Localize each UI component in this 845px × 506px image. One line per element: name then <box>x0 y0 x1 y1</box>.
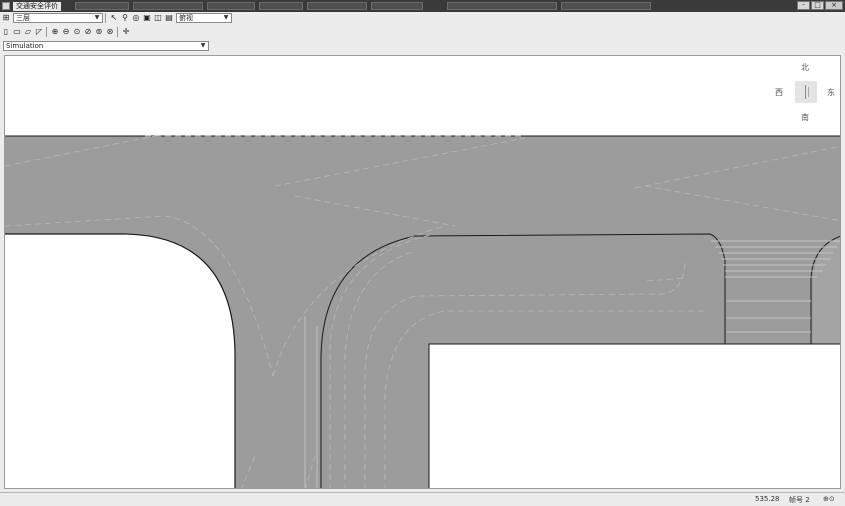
simulation-select[interactable]: Simulation ▼ <box>3 41 209 51</box>
map-viewport[interactable]: 北 南 东 西 <box>4 55 841 489</box>
settings-icon[interactable]: ▤ <box>164 13 174 23</box>
left-ground-block <box>5 234 235 488</box>
compass-north-label: 北 <box>801 63 809 72</box>
open-icon[interactable]: ▯ <box>1 27 11 37</box>
simulation-select-value: Simulation <box>6 42 44 50</box>
frame-readout: 帧号 2 <box>789 496 810 504</box>
zoom-previous-icon[interactable]: ⊚ <box>94 27 104 37</box>
taskbar-tab[interactable] <box>561 2 651 10</box>
title-bar: 交通安全评价 - □ × <box>0 0 845 12</box>
taskbar-tab[interactable] <box>207 2 255 10</box>
right-ground-block <box>429 344 840 488</box>
maximize-button[interactable]: □ <box>811 1 824 10</box>
chart-icon[interactable]: ◫ <box>153 13 163 23</box>
pan-icon[interactable]: ✛ <box>121 27 131 37</box>
zoom-window-icon[interactable]: ⊙ <box>72 27 82 37</box>
window-title: 交通安全评价 <box>13 1 61 11</box>
taskbar-strip <box>75 2 655 10</box>
layer-select-value: 三层 <box>16 14 30 22</box>
zoom-out-icon[interactable]: ⊖ <box>61 27 71 37</box>
taskbar-tab[interactable] <box>371 2 423 10</box>
view-select-value: 俯视 <box>179 14 193 22</box>
export-icon[interactable]: ◸ <box>34 27 44 37</box>
minimize-button[interactable]: - <box>797 1 810 10</box>
zoom-in-icon[interactable]: ⊕ <box>50 27 60 37</box>
app-icon <box>2 2 10 10</box>
zoom-extent-icon[interactable]: ⊘ <box>83 27 93 37</box>
print-icon[interactable]: ▱ <box>23 27 33 37</box>
taskbar-tab[interactable] <box>133 2 203 10</box>
close-button[interactable]: × <box>825 1 843 10</box>
compass-south-label: 南 <box>801 113 809 122</box>
compass-widget[interactable]: 北 南 东 西 <box>775 62 835 128</box>
status-bar: 535.28 帧号 2 ⊕⊙ <box>0 492 845 506</box>
mode-indicator: ⊕⊙ <box>823 495 835 503</box>
taskbar-tab[interactable] <box>259 2 303 10</box>
view-select[interactable]: 俯视 ▼ <box>176 13 232 23</box>
layer-select[interactable]: 三层 ▼ <box>13 13 103 23</box>
coords-readout: 535.28 <box>755 495 780 503</box>
toolbar-row-2: ▯ ▭ ▱ ◸ ⊕ ⊖ ⊙ ⊘ ⊚ ⊛ ✛ <box>0 26 131 38</box>
save-icon[interactable]: ▭ <box>12 27 22 37</box>
window-controls: - □ × <box>796 1 843 10</box>
grid-icon[interactable]: ⊞ <box>1 13 11 23</box>
compass-needle-icon <box>805 85 806 99</box>
taskbar-tab[interactable] <box>447 2 557 10</box>
road-scene <box>5 135 840 488</box>
taskbar-tab[interactable] <box>307 2 367 10</box>
chevron-down-icon: ▼ <box>94 14 100 21</box>
compass-dial[interactable] <box>795 81 817 103</box>
compass-needle-icon <box>808 87 809 97</box>
toolbar-row-1: ⊞ 三层 ▼ ↖ ⚲ ◎ ▣ ◫ ▤ 俯视 ▼ <box>0 12 232 24</box>
chevron-down-icon: ▼ <box>223 14 229 21</box>
globe-icon[interactable]: ◎ <box>131 13 141 23</box>
compass-east-label: 东 <box>827 88 835 97</box>
chevron-down-icon: ▼ <box>200 42 206 49</box>
taskbar-tab[interactable] <box>75 2 129 10</box>
pointer-icon[interactable]: ↖ <box>109 13 119 23</box>
toolbar-separator <box>46 27 47 37</box>
zoom-icon[interactable]: ⚲ <box>120 13 130 23</box>
compass-west-label: 西 <box>775 88 783 97</box>
window-icon[interactable]: ▣ <box>142 13 152 23</box>
toolbar-separator <box>105 13 106 23</box>
zoom-all-icon[interactable]: ⊛ <box>105 27 115 37</box>
toolbar-row-3: Simulation ▼ <box>0 40 209 52</box>
toolbar-separator <box>117 27 118 37</box>
